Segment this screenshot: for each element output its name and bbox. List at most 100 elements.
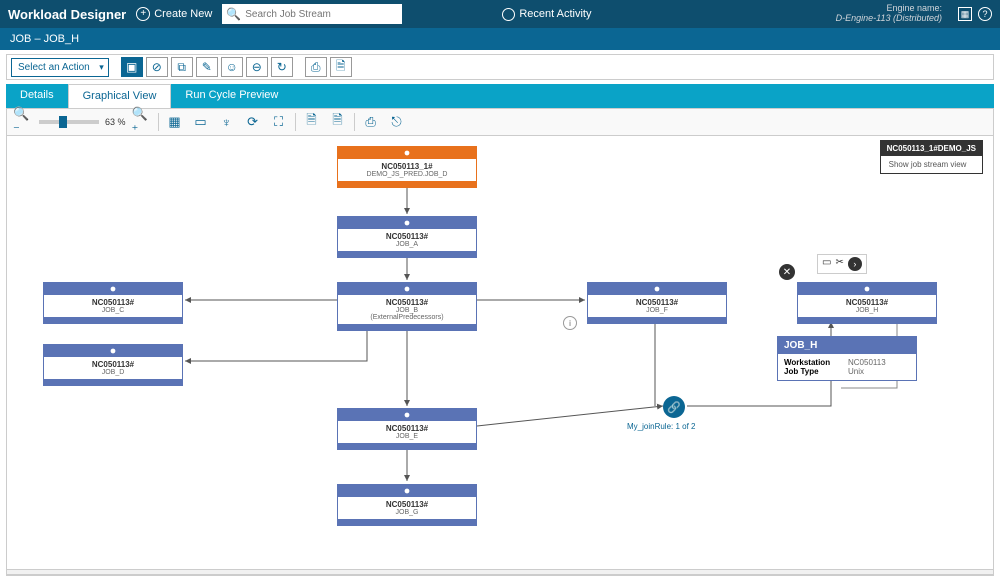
node-job-a[interactable]: NC050113# JOB_A	[337, 216, 477, 258]
gear-icon	[109, 347, 117, 355]
zoom-out-button[interactable]: 🔍⁻	[13, 112, 33, 132]
breadcrumb: JOB – JOB_H	[0, 28, 1000, 50]
show-stream-link[interactable]: Show job stream view	[881, 156, 982, 173]
node-sub: JOB_B	[340, 307, 474, 314]
node-title: NC050113#	[590, 298, 724, 307]
tree-button[interactable]: ♆	[217, 112, 237, 132]
footer-bar	[6, 569, 994, 575]
zoom-value: 63 %	[105, 117, 126, 127]
node-sub: JOB_C	[46, 307, 180, 314]
node-details-popup: JOB_H Workstation NC050113 Job Type Unix	[777, 336, 917, 381]
engine-value: D-Engine-113 (Distributed)	[836, 14, 942, 24]
cancel-button[interactable]: ⊘	[146, 57, 168, 77]
search-input[interactable]	[245, 9, 398, 20]
zoom-in-button[interactable]: 🔍⁺	[132, 112, 152, 132]
fullscreen-button[interactable]: ⛶	[269, 112, 289, 132]
node-sub: DEMO_JS_PRED.JOB_D	[340, 171, 474, 178]
search-field-wrap: 🔍	[222, 4, 402, 24]
join-node[interactable]: 🔗	[663, 396, 685, 418]
gear-icon	[653, 285, 661, 293]
engine-info: Engine name: D-Engine-113 (Distributed)	[836, 4, 942, 24]
node-title: NC050113_1#	[340, 162, 474, 171]
remove-button[interactable]: ⊖	[246, 57, 268, 77]
node-title: NC050113#	[340, 232, 474, 241]
action-select[interactable]: Select an Action	[11, 58, 109, 77]
tab-runcycle[interactable]: Run Cycle Preview	[171, 84, 292, 108]
info-panel-title: NC050113_1#DEMO_JS	[881, 141, 982, 156]
node-sub: JOB_A	[340, 241, 474, 248]
node-sub: JOB_H	[800, 307, 934, 314]
node-sub: JOB_E	[340, 433, 474, 440]
node-job-e[interactable]: NC050113# JOB_E	[337, 408, 477, 450]
app-title: Workload Designer	[8, 7, 126, 22]
node-title: NC050113#	[340, 424, 474, 433]
popup-ws-key: Workstation	[784, 358, 842, 367]
zoom-slider[interactable]	[39, 120, 99, 124]
tab-details[interactable]: Details	[6, 84, 68, 108]
node-title: NC050113#	[46, 298, 180, 307]
node-job-d[interactable]: NC050113# JOB_D	[43, 344, 183, 386]
cut-icon[interactable]: ✂	[835, 257, 843, 271]
search-icon: 🔍	[226, 7, 241, 21]
join-label: My_joinRule: 1 of 2	[627, 422, 695, 431]
next-icon[interactable]: ›	[848, 257, 862, 271]
node-job-f[interactable]: NC050113# JOB_F	[587, 282, 727, 324]
node-job-b[interactable]: NC050113# JOB_B (ExternalPredecessors)	[337, 282, 477, 331]
node-title: NC050113#	[46, 360, 180, 369]
tabs: Details Graphical View Run Cycle Preview	[6, 84, 994, 108]
save-button[interactable]: ▣	[121, 57, 143, 77]
frame-button[interactable]: ▭	[191, 112, 211, 132]
action-toolbar: Select an Action ▣ ⊘ ⧉ ✎ ☺ ⊖ ↻ ⎙ 🗎	[6, 54, 994, 80]
gear-icon	[403, 411, 411, 419]
node-job-h[interactable]: NC050113# JOB_H	[797, 282, 937, 324]
gear-icon	[403, 487, 411, 495]
recent-activity-label: Recent Activity	[519, 8, 591, 20]
redo-button[interactable]: ↻	[271, 57, 293, 77]
clock-icon	[502, 8, 515, 21]
grid-icon[interactable]: ▦	[958, 7, 972, 21]
node-sub: JOB_F	[590, 307, 724, 314]
node-sub: JOB_G	[340, 509, 474, 516]
person-button[interactable]: ☺	[221, 57, 243, 77]
node-note: (ExternalPredecessors)	[340, 314, 474, 321]
refresh-button[interactable]: ⟳	[243, 112, 263, 132]
node-job-g[interactable]: NC050113# JOB_G	[337, 484, 477, 526]
popup-title: JOB_H	[778, 337, 916, 354]
gear-icon	[403, 219, 411, 227]
copy-button[interactable]: ⧉	[171, 57, 193, 77]
node-mini-toolbar: ▭ ✂ ›	[817, 254, 867, 274]
export-view-button[interactable]: ⎋	[387, 112, 407, 132]
gear-icon	[403, 149, 411, 157]
create-new-button[interactable]: + Create New	[136, 7, 212, 21]
plus-icon: +	[136, 7, 150, 21]
print-button[interactable]: ⎙	[305, 57, 327, 77]
node-job-c[interactable]: NC050113# JOB_C	[43, 282, 183, 324]
top-header: Workload Designer + Create New 🔍 Recent …	[0, 0, 1000, 28]
edit-button[interactable]: ✎	[196, 57, 218, 77]
node-pred[interactable]: NC050113_1# DEMO_JS_PRED.JOB_D	[337, 146, 477, 188]
page1-button[interactable]: 🗎	[302, 112, 322, 132]
page2-button[interactable]: 🗎	[328, 112, 348, 132]
help-icon[interactable]: ?	[978, 7, 992, 21]
node-title: NC050113#	[800, 298, 934, 307]
popup-jt-value: Unix	[848, 367, 864, 376]
popup-ws-value: NC050113	[848, 358, 886, 367]
tab-graphical-view[interactable]: Graphical View	[68, 84, 172, 108]
recent-activity-button[interactable]: Recent Activity	[502, 8, 591, 21]
node-title: NC050113#	[340, 500, 474, 509]
popup-jt-key: Job Type	[784, 367, 842, 376]
gear-icon	[109, 285, 117, 293]
gear-icon	[403, 285, 411, 293]
node-title: NC050113#	[340, 298, 474, 307]
fit-button[interactable]: ▦	[165, 112, 185, 132]
graph-canvas[interactable]: NC050113_1# DEMO_JS_PRED.JOB_D NC050113#…	[6, 136, 994, 576]
gear-icon	[863, 285, 871, 293]
condition-badge[interactable]: i	[563, 316, 577, 330]
stream-info-panel: NC050113_1#DEMO_JS Show job stream view	[880, 140, 983, 174]
node-sub: JOB_D	[46, 369, 180, 376]
close-selection-button[interactable]: ✕	[779, 264, 795, 280]
print-view-button[interactable]: ⎙	[361, 112, 381, 132]
export-button[interactable]: 🗎	[330, 57, 352, 77]
create-new-label: Create New	[154, 8, 212, 20]
note-icon[interactable]: ▭	[822, 257, 831, 271]
